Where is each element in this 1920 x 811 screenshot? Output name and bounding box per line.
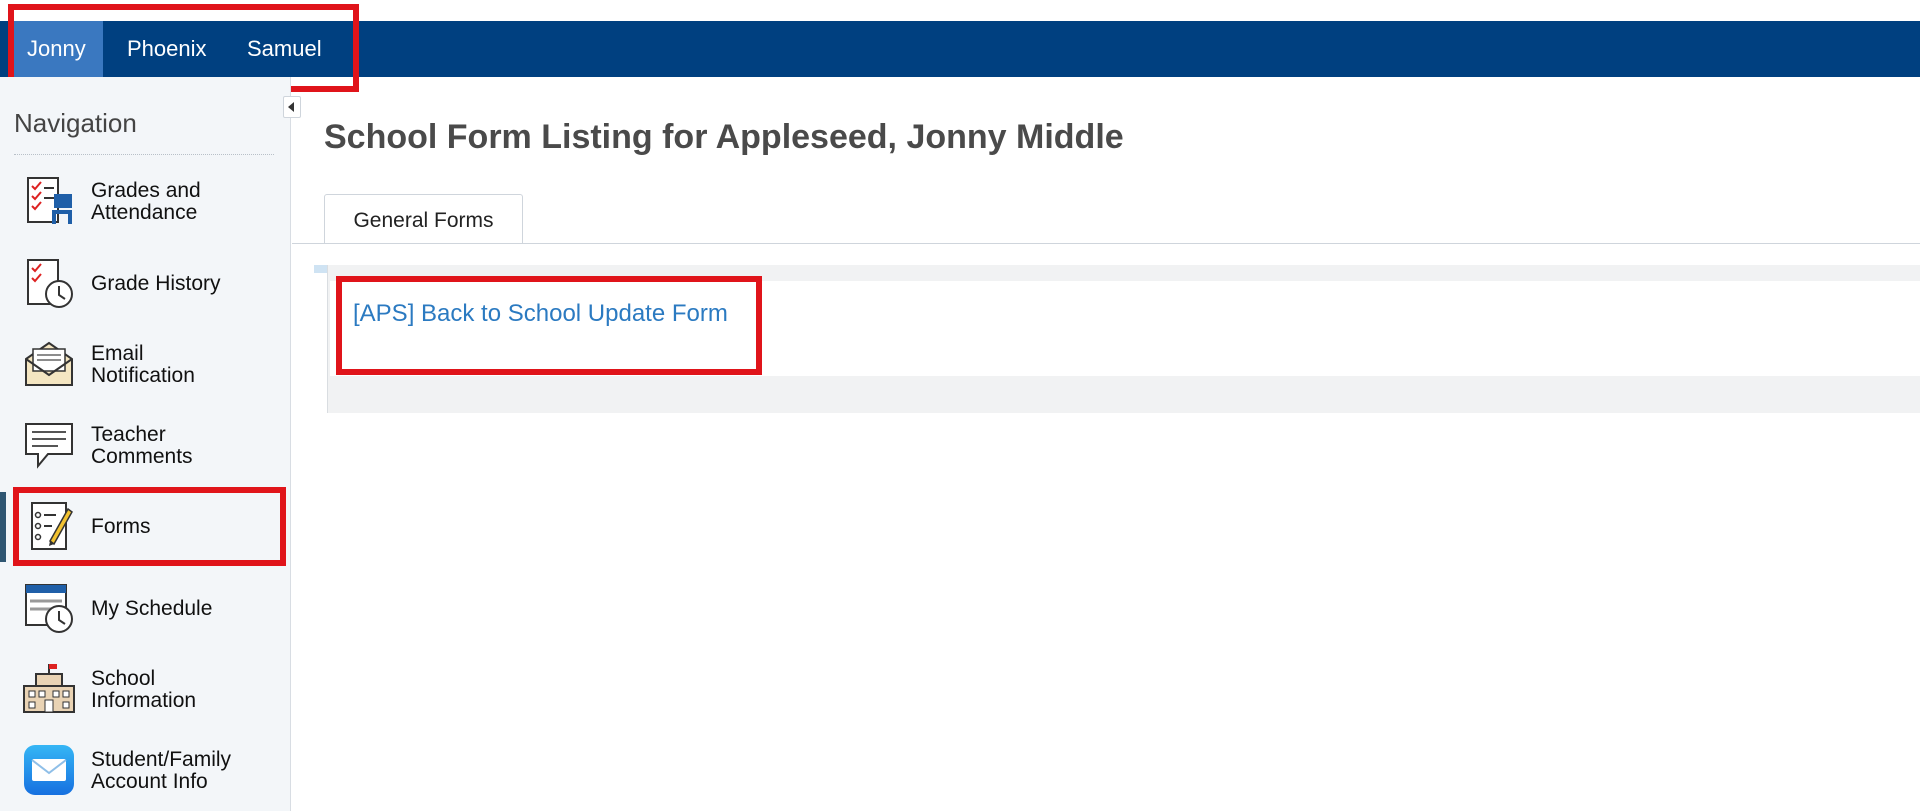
sidebar-item-label: School Information (91, 667, 197, 712)
sidebar-item-email-notification[interactable]: Email Notification (14, 329, 280, 401)
nav-heading: Navigation (14, 108, 137, 138)
student-tab-phoenix[interactable]: Phoenix (111, 21, 223, 77)
sidebar-item-grade-history[interactable]: Grade History (14, 248, 280, 320)
sidebar-item-forms[interactable]: Forms (14, 491, 280, 563)
band-accent (314, 265, 328, 273)
teacher-comments-icon (22, 418, 76, 472)
student-tab-samuel[interactable]: Samuel (231, 21, 338, 77)
school-information-icon (22, 662, 76, 716)
sidebar-item-label: Teacher Comments (91, 423, 193, 468)
sidebar-item-label: Email Notification (91, 342, 195, 387)
forms-list-panel (327, 265, 1920, 413)
grades-attendance-icon (22, 174, 76, 228)
grade-history-icon (22, 256, 76, 310)
tab-general-forms[interactable]: General Forms (324, 194, 523, 244)
active-item-marker (0, 492, 6, 562)
forms-icon (22, 499, 76, 553)
top-strip (0, 0, 1920, 21)
email-notification-icon (22, 337, 76, 391)
forms-list-row (330, 281, 1920, 376)
active-student-caret-icon (292, 69, 306, 77)
nav-divider (14, 154, 274, 155)
sidebar-item-label: Forms (91, 515, 151, 538)
student-switcher-bar: Jonny Phoenix Samuel (0, 21, 1920, 77)
tab-divider (292, 243, 1920, 244)
sidebar-item-label: My Schedule (91, 597, 213, 620)
sidebar-item-school-information[interactable]: School Information (14, 654, 280, 726)
collapse-sidebar-button[interactable] (283, 96, 301, 118)
sidebar-item-grades-attendance[interactable]: Grades and Attendance (14, 166, 280, 238)
student-tab-jonny[interactable]: Jonny (11, 21, 103, 77)
page-title: School Form Listing for Appleseed, Jonny… (324, 118, 1124, 156)
account-info-icon (22, 743, 76, 797)
sidebar-item-label: Student/Family Account Info (91, 748, 232, 793)
sidebar-item-teacher-comments[interactable]: Teacher Comments (14, 410, 280, 482)
sidebar-item-label: Grade History (91, 272, 221, 295)
sidebar-item-account-info[interactable]: Student/Family Account Info (14, 735, 280, 807)
my-schedule-icon (22, 581, 76, 635)
sidebar-item-my-schedule[interactable]: My Schedule (14, 573, 280, 645)
form-link-back-to-school[interactable]: [APS] Back to School Update Form (353, 300, 728, 328)
sidebar-item-label: Grades and Attendance (91, 179, 201, 224)
